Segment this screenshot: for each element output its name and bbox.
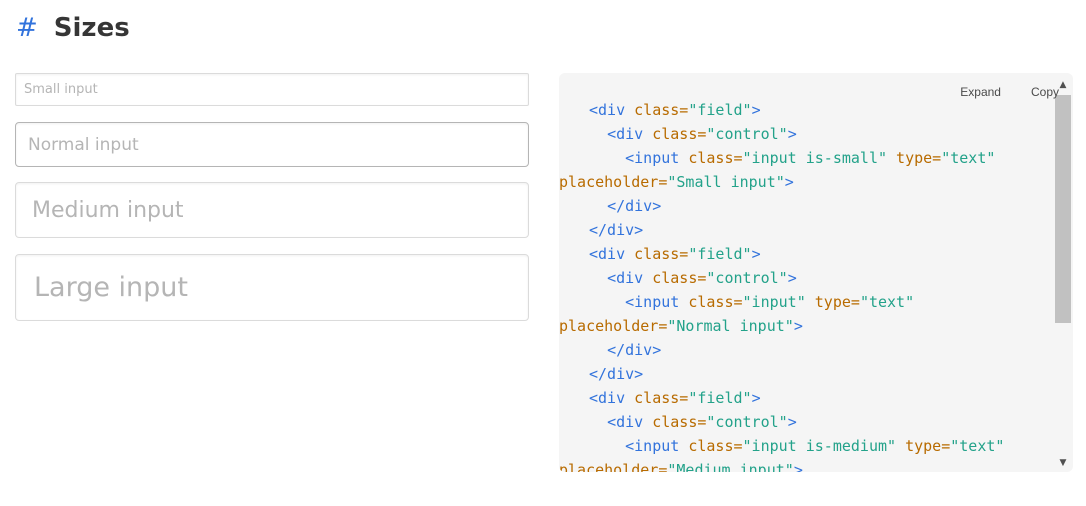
- code-token: "Small input": [667, 173, 785, 191]
- copy-button[interactable]: Copy: [1031, 85, 1059, 99]
- code-token: >: [787, 269, 797, 287]
- code-block: <div class="field"> <div class="control"…: [559, 73, 1055, 472]
- code-token: "control": [706, 413, 788, 431]
- code-line: <div class="control">: [589, 266, 1055, 290]
- code-snippet-panel: Expand Copy <div class="field"> <div cla…: [559, 73, 1073, 472]
- scroll-thumb[interactable]: [1055, 95, 1071, 323]
- code-token: "control": [706, 269, 788, 287]
- small-input[interactable]: [15, 73, 529, 106]
- code-token: <input: [625, 149, 689, 167]
- code-token: </div>: [589, 365, 644, 383]
- code-token: class=: [634, 101, 689, 119]
- code-token: class=: [652, 269, 707, 287]
- code-token: >: [751, 389, 761, 407]
- code-token: <div: [607, 125, 653, 143]
- code-token: type=: [805, 293, 860, 311]
- code-token: >: [787, 125, 797, 143]
- code-token: class=: [634, 389, 689, 407]
- code-token: >: [751, 101, 761, 119]
- code-token: >: [787, 413, 797, 431]
- code-line: <div class="control">: [589, 410, 1055, 434]
- code-token: >: [784, 173, 794, 191]
- code-line: placeholder="Small input">: [559, 170, 1055, 194]
- code-token: <div: [589, 389, 635, 407]
- code-token: "input": [742, 293, 806, 311]
- code-line: <div class="field">: [589, 98, 1055, 122]
- code-line: placeholder="Medium input">: [559, 458, 1055, 472]
- code-token: </div>: [607, 197, 662, 215]
- code-token: class=: [688, 437, 743, 455]
- code-line: <input class="input is-medium" type="tex…: [589, 434, 1055, 458]
- code-token: <input: [625, 293, 689, 311]
- code-token: class=: [688, 293, 743, 311]
- code-token: "Normal input": [667, 317, 794, 335]
- code-token: >: [751, 245, 761, 263]
- code-token: "text": [941, 149, 996, 167]
- scroll-down-arrow-icon[interactable]: ▼: [1055, 457, 1071, 469]
- code-token: placeholder=: [559, 461, 668, 472]
- code-token: class=: [688, 149, 743, 167]
- code-token: </div>: [589, 221, 644, 239]
- code-token: <input: [625, 437, 689, 455]
- code-token: "control": [706, 125, 788, 143]
- code-token: "text": [950, 437, 1005, 455]
- code-token: <div: [589, 245, 635, 263]
- code-token: placeholder=: [559, 317, 668, 335]
- code-line: </div>: [589, 218, 1055, 242]
- code-token: >: [793, 317, 803, 335]
- normal-input[interactable]: [15, 122, 529, 167]
- code-token: class=: [634, 245, 689, 263]
- code-token: type=: [896, 437, 951, 455]
- code-line: <input class="input is-small" type="text…: [589, 146, 1055, 170]
- code-token: "input is-small": [742, 149, 888, 167]
- docs-page: # Sizes Expand Copy <div class="field"> …: [0, 0, 1086, 506]
- code-line: <div class="control">: [589, 122, 1055, 146]
- section-title: Sizes: [53, 13, 130, 43]
- code-line: placeholder="Normal input">: [559, 314, 1055, 338]
- code-line: <input class="input" type="text": [589, 290, 1055, 314]
- code-token: "field": [688, 389, 752, 407]
- large-input[interactable]: [15, 254, 529, 321]
- code-token: "Medium input": [667, 461, 794, 472]
- code-token: "field": [688, 245, 752, 263]
- medium-input[interactable]: [15, 182, 529, 238]
- code-token: type=: [887, 149, 942, 167]
- code-line: </div>: [589, 362, 1055, 386]
- code-line: <div class="field">: [589, 386, 1055, 410]
- code-token: </div>: [607, 341, 662, 359]
- code-token: placeholder=: [559, 173, 668, 191]
- code-token: "text": [859, 293, 915, 311]
- code-token: <div: [607, 269, 653, 287]
- code-line: </div>: [589, 338, 1055, 362]
- code-token: class=: [652, 125, 707, 143]
- code-token: <div: [607, 413, 653, 431]
- code-token: class=: [652, 413, 707, 431]
- code-scrollbar[interactable]: ▲ ▼: [1055, 79, 1071, 469]
- code-actions: Expand Copy: [960, 85, 1059, 99]
- input-examples: [15, 73, 529, 321]
- code-token: "field": [688, 101, 752, 119]
- section-anchor-link[interactable]: #: [16, 13, 38, 43]
- code-line: <div class="field">: [589, 242, 1055, 266]
- code-line: </div>: [589, 194, 1055, 218]
- expand-button[interactable]: Expand: [960, 85, 1001, 99]
- code-token: "input is-medium": [742, 437, 897, 455]
- code-token: <div: [589, 101, 635, 119]
- section-heading: # Sizes: [16, 10, 130, 46]
- code-token: >: [793, 461, 803, 472]
